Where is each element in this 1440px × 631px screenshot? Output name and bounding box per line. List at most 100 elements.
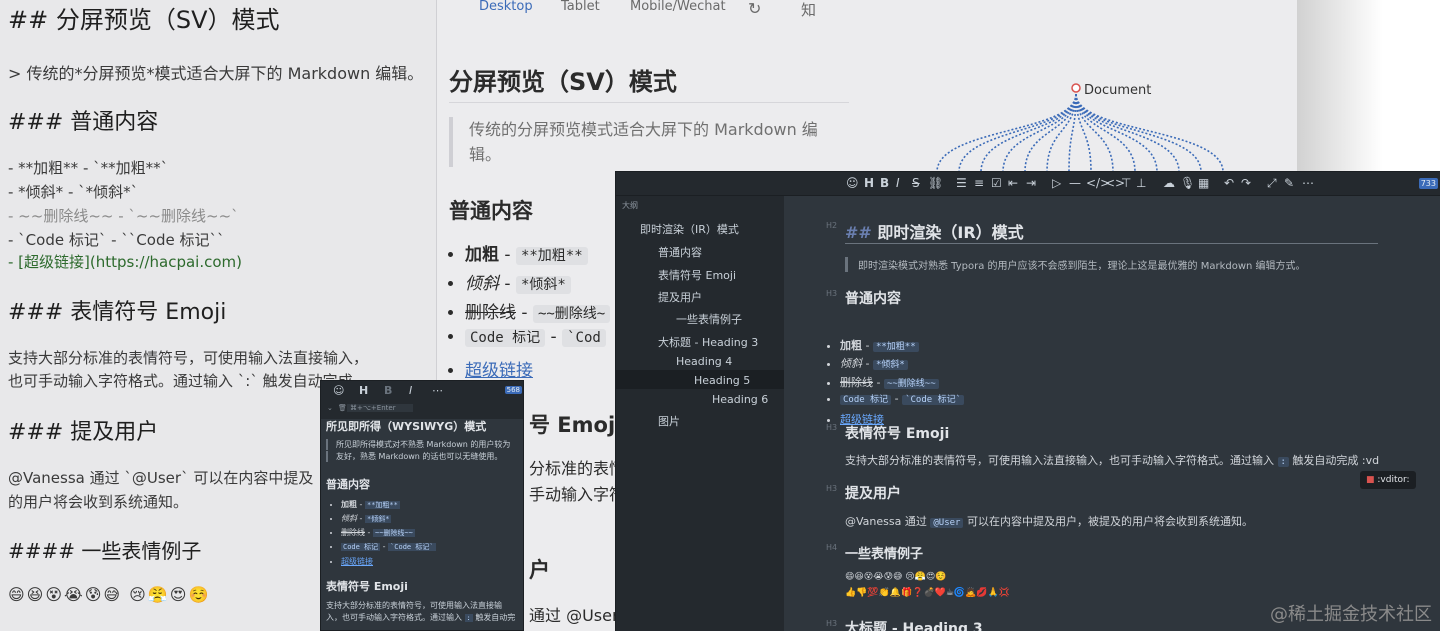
- mindmap-root-node: [1071, 83, 1081, 93]
- mindmap-branch: [958, 93, 1077, 172]
- headings-icon[interactable]: H: [864, 176, 874, 190]
- outdent-icon[interactable]: ⇤: [1008, 176, 1018, 190]
- outline-item-emoji[interactable]: 表情符号 Emoji: [658, 267, 736, 283]
- preview-h2: 分屏预览（SV）模式: [449, 68, 677, 96]
- tab-desktop[interactable]: Desktop: [479, 0, 533, 14]
- list-item: 超级链接: [341, 556, 436, 570]
- wysiwyg-editor-window[interactable]: ☺ H B I ⋯ 568 ⌄ 🗑 ⌘+⌥+Enter 所见即所得（WYSIWY…: [320, 380, 524, 631]
- wysiwyg-h2: 所见即所得（WYSIWYG）模式: [326, 420, 487, 433]
- tab-mobile-wechat[interactable]: Mobile/Wechat: [630, 0, 726, 14]
- tab-tablet[interactable]: Tablet: [561, 0, 600, 14]
- fullscreen-icon[interactable]: ⤢: [1267, 176, 1277, 191]
- indent-icon[interactable]: ⇥: [1026, 176, 1036, 190]
- outline-item-heading-6[interactable]: Heading 6: [712, 393, 768, 406]
- list-item: 倾斜 - *倾斜*: [840, 355, 964, 373]
- ir-content[interactable]: H2 ## 即时渲染（IR）模式 即时渲染模式对熟悉 Typora 的用户应该不…: [784, 196, 1440, 631]
- list-icon[interactable]: ☰: [956, 176, 967, 190]
- emoji-icon[interactable]: ☺: [333, 384, 344, 397]
- wysiwyg-emoji-text: 入，也可手动输入字符格式。通过输入 : 触发自动完: [326, 613, 516, 622]
- redo-icon[interactable]: ↷: [1241, 176, 1251, 190]
- source-emoji-text: 支持大部分标准的表情符号，可使用输入法直接输入，: [8, 349, 369, 367]
- insert-before-icon[interactable]: ⊤: [1121, 176, 1131, 190]
- preview-link[interactable]: 超级链接: [465, 361, 533, 381]
- outline-item-emoji-examples[interactable]: 一些表情例子: [676, 311, 742, 327]
- collapse-icon[interactable]: ⌄: [327, 404, 333, 412]
- ir-mention-text: @Vanessa 通过 @User 可以在内容中提及用户，被提及的用户将会收到系…: [845, 515, 1253, 528]
- list-item: 加粗 - **加粗**: [341, 499, 436, 513]
- source-h3-mention: ### 提及用户: [8, 420, 159, 445]
- upload-icon[interactable]: ☁: [1163, 176, 1175, 190]
- list-item: Code 标记 - `Code 标记`: [840, 392, 964, 410]
- bold-icon[interactable]: B: [880, 176, 889, 190]
- bold-icon[interactable]: B: [384, 384, 392, 397]
- ir-char-count: 733: [1418, 178, 1438, 189]
- list-item: 删除线 - ~~删除线~~: [840, 374, 964, 392]
- headings-icon[interactable]: H: [359, 384, 368, 397]
- ir-toolbar: ☺ H B I S ⛓ ☰ ≡ ☑ ⇤ ⇥ ▷ — </> <> ⊤ ⊥ ☁ 🎙…: [616, 172, 1440, 196]
- heading-level-label: H3: [826, 619, 838, 628]
- strike-icon[interactable]: S: [912, 176, 920, 190]
- preview-mention-text: 通过 @User: [529, 606, 619, 625]
- source-list-item: - ~~删除线~~ - `~~删除线~~`: [8, 207, 239, 225]
- mindmap-svg: [936, 83, 1224, 172]
- mindmap-branch: [1075, 93, 1158, 172]
- wysiwyg-quote: 所见即所得模式对不熟悉 Markdown 的用户较为: [326, 439, 510, 450]
- outline-item-normal[interactable]: 普通内容: [658, 244, 702, 260]
- heading-level-label: H3: [826, 484, 838, 493]
- source-list-item: - *倾斜* - `*倾斜*`: [8, 183, 139, 201]
- line-icon[interactable]: —: [1069, 176, 1081, 190]
- wysiwyg-link[interactable]: 超级链接: [341, 557, 373, 566]
- emoji-icon[interactable]: ☺: [846, 176, 859, 190]
- outline-item-heading-3[interactable]: 大标题 - Heading 3: [658, 334, 758, 350]
- ir-h4-emoji: 一些表情例子: [845, 547, 924, 562]
- ir-outline-panel: 大纲 即时渲染（IR）模式 普通内容 表情符号 Emoji 提及用户 一些表情例…: [616, 196, 784, 631]
- preview-quote: 传统的分屏预览模式适合大屏下的 Markdown 编辑。: [449, 117, 839, 167]
- list-item: 倾斜 - *倾斜*: [341, 513, 436, 527]
- preview-h3-normal: 普通内容: [449, 199, 533, 223]
- outline-item-ir-mode[interactable]: 即时渲染（IR）模式: [640, 221, 739, 237]
- trash-icon[interactable]: 🗑: [338, 404, 347, 412]
- heading-level-label: H3: [826, 289, 838, 298]
- preview-emoji-text: 手动输入字符: [529, 485, 626, 504]
- tab-zhihu[interactable]: 知: [801, 0, 816, 20]
- quote-icon[interactable]: ▷: [1052, 176, 1061, 190]
- heading-level-label: H3: [826, 423, 838, 432]
- list-item: Code 标记 - `Code 标记`: [341, 542, 436, 556]
- outline-item-mention[interactable]: 提及用户: [658, 289, 702, 305]
- mindmap-branch: [1075, 93, 1180, 172]
- preview-h3-emoji: 号 Emoji: [529, 413, 623, 437]
- mindmap-root-label: Document: [1084, 83, 1152, 98]
- undo-icon[interactable]: ↶: [1224, 176, 1234, 190]
- mindmap-branch: [1075, 93, 1224, 172]
- emoji-autocomplete-popup[interactable]: ■ :vditor:: [1360, 471, 1416, 489]
- ir-h2-rule: [845, 243, 1378, 244]
- link-icon[interactable]: ⛓: [928, 176, 943, 190]
- list-item: 加粗 - **加粗**: [465, 240, 610, 269]
- edit-mode-icon[interactable]: ✎: [1284, 176, 1294, 190]
- italic-icon[interactable]: I: [409, 384, 412, 397]
- table-icon[interactable]: ▦: [1198, 176, 1209, 190]
- preview-device-tabs: Desktop Tablet Mobile/Wechat ↻ 知: [437, 0, 857, 19]
- insert-after-icon[interactable]: ⊥: [1136, 176, 1146, 190]
- source-emoji-text: 也可手动输入字符格式。通过输入 `:` 触发自动完成: [8, 372, 353, 390]
- preview-list: 加粗 - **加粗** 倾斜 - *倾斜* 删除线 - ~~删除线~ Code …: [465, 240, 611, 385]
- record-icon[interactable]: 🎙: [1180, 176, 1195, 190]
- more-icon[interactable]: ⋯: [432, 384, 443, 397]
- source-mention-text: @Vanessa 通过 `@User` 可以在内容中提及: [8, 469, 314, 487]
- outline-item-heading-4[interactable]: Heading 4: [676, 355, 732, 368]
- outline-item-heading-5[interactable]: Heading 5: [694, 374, 750, 387]
- check-icon[interactable]: ☑: [991, 176, 1002, 190]
- outline-item-image[interactable]: 图片: [658, 413, 680, 429]
- italic-icon[interactable]: I: [896, 176, 900, 190]
- ir-h3-emoji: 表情符号 Emoji: [845, 426, 950, 442]
- ir-editor-window[interactable]: ☺ H B I S ⛓ ☰ ≡ ☑ ⇤ ⇥ ▷ — </> <> ⊤ ⊥ ☁ 🎙…: [615, 171, 1440, 631]
- wysiwyg-emoji-text: 支持大部分标准的表情符号，可使用输入法直接输: [326, 601, 502, 610]
- source-emoji-row: 😄😆😵😭😰😅 😢😤😍☺️: [8, 585, 211, 604]
- refresh-icon[interactable]: ↻: [748, 0, 761, 18]
- outline-mindmap[interactable]: Document: [857, 0, 1297, 172]
- heading-level-label: H4: [826, 543, 838, 552]
- heading-level-label: H2: [826, 221, 838, 230]
- list-item: 倾斜 - *倾斜*: [465, 269, 610, 298]
- more-icon[interactable]: ⋯: [1302, 176, 1314, 190]
- ordered-list-icon[interactable]: ≡: [974, 176, 984, 190]
